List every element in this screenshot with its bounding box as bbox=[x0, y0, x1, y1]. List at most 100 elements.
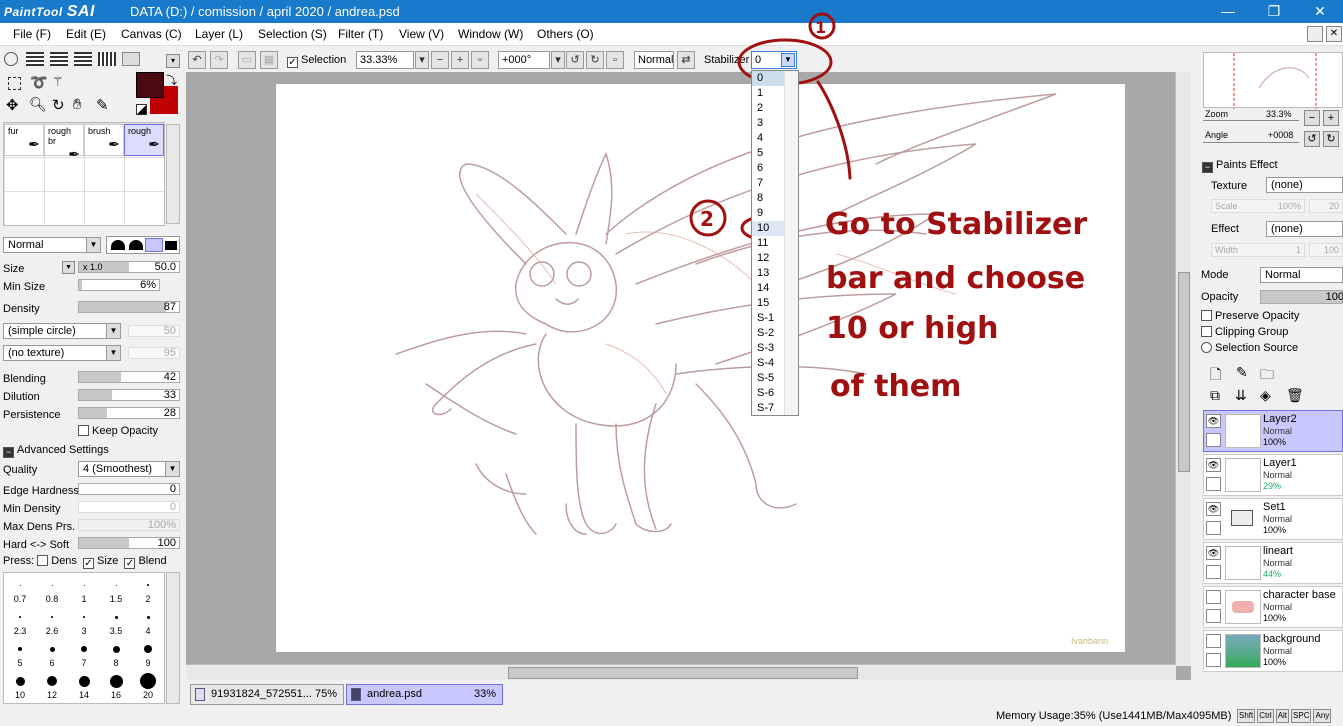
primary-color[interactable] bbox=[136, 72, 164, 98]
preview-icon[interactable] bbox=[122, 52, 140, 66]
layer-row[interactable]: 👁 Layer2 Normal 100% bbox=[1203, 410, 1343, 452]
keep-opacity-checkbox[interactable] bbox=[78, 425, 89, 436]
shape-hard-icon[interactable] bbox=[145, 238, 163, 252]
angle-field[interactable]: +000° bbox=[498, 51, 550, 69]
flip-icon[interactable]: ⇄ bbox=[677, 51, 695, 69]
rect-select-icon[interactable] bbox=[8, 77, 21, 90]
layer-list-icon-3[interactable] bbox=[74, 52, 92, 66]
blend-mode-select[interactable]: Normal ▼ bbox=[3, 237, 101, 253]
merge-down-icon[interactable]: ⇊ bbox=[1235, 387, 1247, 404]
selection-source-toggle[interactable]: Selection Source bbox=[1201, 342, 1298, 354]
navigator-preview[interactable] bbox=[1203, 52, 1343, 109]
brush-rough-br[interactable]: rough br ✒ bbox=[44, 124, 84, 162]
paints-effect-header[interactable]: − Paints Effect bbox=[1202, 159, 1278, 173]
zoom-in-icon[interactable]: + bbox=[451, 51, 469, 69]
brush-size-dot[interactable] bbox=[49, 646, 55, 652]
eye-icon[interactable] bbox=[1206, 590, 1221, 604]
shape-square-icon[interactable] bbox=[165, 241, 177, 250]
nav-zoom-in-icon[interactable]: + bbox=[1323, 110, 1339, 126]
brush-size-dot[interactable] bbox=[15, 676, 25, 686]
selection-source-radio[interactable] bbox=[1201, 342, 1212, 353]
nav-zoom-out-icon[interactable]: − bbox=[1304, 110, 1320, 126]
press-size-checkbox[interactable]: ✓ bbox=[83, 558, 94, 569]
lock-icon[interactable] bbox=[1206, 477, 1221, 491]
press-blend-checkbox[interactable]: ✓ bbox=[124, 558, 136, 569]
invert-selection-icon[interactable]: ▦ bbox=[260, 51, 278, 69]
keep-opacity-toggle[interactable]: Keep Opacity bbox=[78, 424, 158, 438]
menu-view[interactable]: View (V) bbox=[399, 23, 444, 46]
dilution-slider[interactable]: 33 bbox=[78, 389, 180, 401]
canvas-paper[interactable]: Ivanbann bbox=[276, 84, 1125, 652]
effect-select[interactable]: (none) bbox=[1266, 221, 1343, 237]
magic-wand-icon[interactable]: ⚚ bbox=[52, 74, 64, 90]
size-grid-scrollbar[interactable] bbox=[166, 572, 180, 704]
brush-size-dot[interactable] bbox=[18, 647, 22, 651]
layer-list-icon[interactable] bbox=[26, 52, 44, 66]
angle-dropdown-icon[interactable]: ▾ bbox=[551, 51, 565, 69]
brush-size-dot[interactable] bbox=[78, 675, 90, 687]
brush-scrollbar[interactable] bbox=[166, 124, 180, 224]
undo-icon[interactable]: ↶ bbox=[188, 51, 206, 69]
collapse-minus-icon[interactable]: − bbox=[3, 447, 14, 458]
layer-row[interactable]: 👁 Layer1 Normal 29% bbox=[1203, 454, 1343, 496]
brush-size-dot[interactable] bbox=[81, 646, 87, 652]
document-tab-active[interactable]: andrea.psd 33% bbox=[346, 684, 503, 705]
size-slider[interactable]: x 1.0 50.0 bbox=[78, 261, 180, 273]
menu-canvas[interactable]: Canvas (C) bbox=[121, 23, 182, 46]
brush-fur[interactable]: fur ✒ bbox=[4, 124, 44, 156]
brush-size-dot[interactable] bbox=[51, 584, 53, 586]
lock-icon[interactable] bbox=[1206, 609, 1221, 623]
delete-layer-icon[interactable]: 🗑 bbox=[1286, 387, 1304, 404]
min-size-slider[interactable]: 6% bbox=[78, 279, 160, 291]
brush-size-dot[interactable] bbox=[144, 645, 152, 653]
minimize-button[interactable]: — bbox=[1205, 0, 1251, 23]
stabilizer-select[interactable]: 0 ▼ bbox=[751, 51, 797, 69]
brush-shape-selector[interactable] bbox=[106, 236, 180, 254]
brush-size-dot[interactable] bbox=[114, 615, 118, 619]
lock-icon[interactable] bbox=[1206, 521, 1221, 535]
brush-rough[interactable]: rough ✒ bbox=[124, 124, 164, 156]
eye-icon[interactable]: 👁 bbox=[1206, 502, 1221, 516]
lock-icon[interactable] bbox=[1206, 565, 1221, 579]
nav-zoom-slider[interactable] bbox=[1203, 120, 1299, 124]
brush-shape-select[interactable]: (simple circle) ▼ bbox=[3, 323, 121, 339]
new-linework-layer-icon[interactable]: ✎ bbox=[1236, 364, 1248, 381]
layer-row[interactable]: character base Normal 100% bbox=[1203, 586, 1343, 628]
copy-layer-icon[interactable]: ⧉ bbox=[1210, 387, 1220, 404]
zoom-dropdown-icon[interactable]: ▾ bbox=[415, 51, 429, 69]
persistence-slider[interactable]: 28 bbox=[78, 407, 180, 419]
menu-window[interactable]: Window (W) bbox=[458, 23, 523, 46]
rotate-right-icon[interactable]: ↻ bbox=[586, 51, 604, 69]
nav-angle-slider[interactable] bbox=[1203, 142, 1299, 146]
circle-tool-icon[interactable] bbox=[4, 52, 18, 66]
zoom-icon[interactable]: 🔍︎ bbox=[29, 96, 47, 113]
lasso-icon[interactable]: ➰ bbox=[30, 74, 47, 91]
stabilizer-dropdown-list[interactable]: 0 1 2 3 4 5 6 7 8 9 10 11 12 13 14 15 S-1 S-2 S-3 S-4 S-5 S-6… bbox=[751, 70, 799, 416]
move-icon[interactable]: ✥ bbox=[6, 96, 19, 114]
close-panel-icon[interactable]: ✕ bbox=[1326, 26, 1342, 42]
brush-size-dot[interactable] bbox=[112, 645, 120, 653]
shape-medium-icon[interactable] bbox=[129, 240, 143, 250]
selection-toggle[interactable]: ✓ Selection bbox=[287, 54, 346, 68]
clipping-group-toggle[interactable]: Clipping Group bbox=[1201, 326, 1288, 338]
selection-checkbox[interactable]: ✓ bbox=[287, 57, 298, 68]
density-slider[interactable]: 87 bbox=[78, 301, 180, 313]
menu-layer[interactable]: Layer (L) bbox=[195, 23, 243, 46]
menu-file[interactable]: File (F) bbox=[13, 23, 51, 46]
brush-size-dot[interactable] bbox=[47, 676, 57, 686]
grid-icon[interactable] bbox=[98, 52, 116, 66]
brush-size-dot[interactable] bbox=[19, 616, 21, 618]
press-dens-checkbox[interactable] bbox=[37, 555, 49, 566]
layer-row[interactable]: 👁 lineart Normal 44% bbox=[1203, 542, 1343, 584]
brush-size-dot[interactable] bbox=[83, 584, 85, 586]
advanced-settings-header[interactable]: − Advanced Settings bbox=[3, 443, 109, 458]
brush-size-dot[interactable] bbox=[19, 584, 21, 586]
eyedropper-icon[interactable]: ✎ bbox=[96, 96, 109, 114]
brush-size-dot[interactable] bbox=[109, 674, 123, 688]
hand-icon[interactable]: ✋︎ bbox=[73, 96, 82, 113]
eye-icon[interactable]: 👁 bbox=[1206, 546, 1221, 560]
lock-icon[interactable] bbox=[1206, 653, 1221, 667]
layer-opacity-slider[interactable]: 100 bbox=[1260, 290, 1343, 304]
eye-icon[interactable]: 👁 bbox=[1206, 458, 1221, 472]
brush-size-dot[interactable] bbox=[146, 615, 150, 619]
